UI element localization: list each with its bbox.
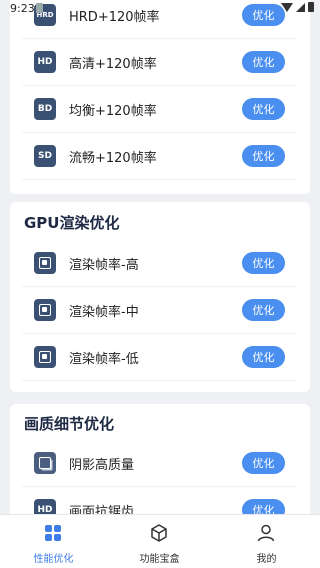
tab-label: 功能宝盒 xyxy=(139,554,180,565)
person-icon xyxy=(257,524,275,542)
preset-label: 均衡+120帧率 xyxy=(69,104,157,119)
optimize-button[interactable]: 优化 xyxy=(242,346,285,368)
section-title: GPU渲染优化 xyxy=(24,214,120,232)
tab-performance[interactable]: 性能优化 xyxy=(0,515,107,568)
layers-icon xyxy=(34,452,56,474)
chip-icon xyxy=(34,346,56,368)
optimize-button[interactable]: 优化 xyxy=(242,145,285,167)
preset-label: 流畅+120帧率 xyxy=(69,151,157,166)
gpu-row-high: 渲染帧率-高 优化 xyxy=(22,240,297,287)
tab-profile[interactable]: 我的 xyxy=(213,515,320,568)
status-time: 9:23 xyxy=(10,2,35,15)
tab-label: 性能优化 xyxy=(33,554,74,565)
status-icons xyxy=(281,2,314,12)
preset-row-hd: HD 高清+120帧率 优化 xyxy=(22,39,297,86)
optimize-button[interactable]: 优化 xyxy=(242,98,285,120)
optimize-button[interactable]: 优化 xyxy=(242,452,285,474)
chip-icon xyxy=(34,252,56,274)
notification-icon xyxy=(36,3,43,13)
chip-icon xyxy=(34,299,56,321)
tab-toolbox[interactable]: 功能宝盒 xyxy=(106,515,213,568)
grid-icon xyxy=(45,525,61,541)
tab-label: 我的 xyxy=(256,554,277,565)
optimize-button[interactable]: 优化 xyxy=(242,252,285,274)
quality-label: 阴影高质量 xyxy=(69,458,135,473)
preset-row-sd: SD 流畅+120帧率 优化 xyxy=(22,133,297,180)
bd-icon: BD xyxy=(34,98,56,120)
gpu-label: 渲染帧率-低 xyxy=(69,352,139,367)
cellular-icon xyxy=(296,2,305,12)
bottom-tab-bar: 性能优化 功能宝盒 我的 xyxy=(0,514,320,568)
section-title: 画质细节优化 xyxy=(24,415,115,433)
gpu-row-medium: 渲染帧率-中 优化 xyxy=(22,287,297,334)
optimize-button[interactable]: 优化 xyxy=(242,51,285,73)
status-bar: 9:23 xyxy=(0,0,320,18)
quality-row-shadow: 阴影高质量 优化 xyxy=(22,440,297,487)
optimize-button[interactable]: 优化 xyxy=(242,299,285,321)
wifi-icon xyxy=(281,2,293,12)
preset-row-bd: BD 均衡+120帧率 优化 xyxy=(22,86,297,133)
preset-label: 高清+120帧率 xyxy=(69,57,157,72)
sd-icon: SD xyxy=(34,145,56,167)
gpu-label: 渲染帧率-中 xyxy=(69,305,139,320)
gpu-row-low: 渲染帧率-低 优化 xyxy=(22,334,297,381)
gpu-label: 渲染帧率-高 xyxy=(69,258,139,273)
battery-icon xyxy=(308,2,314,12)
hd-icon: HD xyxy=(34,51,56,73)
box-icon xyxy=(151,524,167,542)
